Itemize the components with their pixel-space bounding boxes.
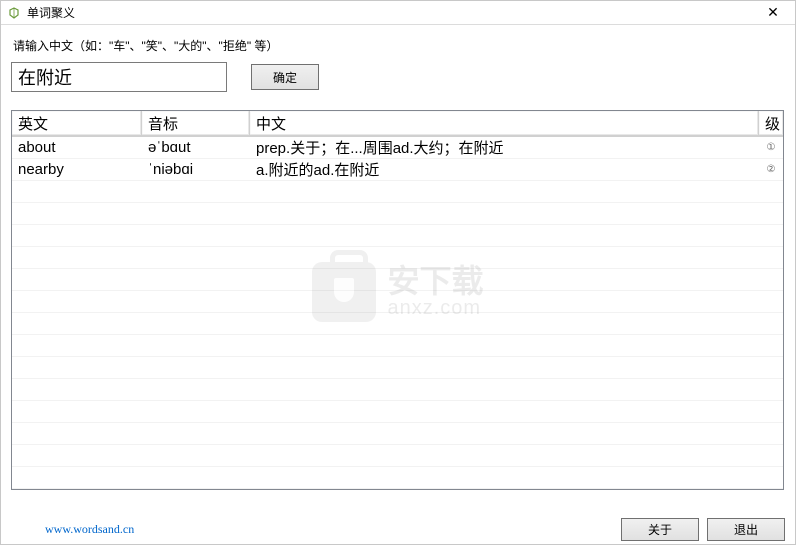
input-prompt: 请输入中文（如："车"、"笑"、"大的"、"拒绝" 等） bbox=[13, 37, 785, 54]
website-link[interactable]: www.wordsand.cn bbox=[45, 522, 134, 537]
table-body: about əˈbɑut prep.关于；在...周围ad.大约；在附近 ① n… bbox=[12, 137, 783, 489]
content-area: 请输入中文（如："车"、"笑"、"大的"、"拒绝" 等） 确定 英文 音标 中文… bbox=[1, 25, 795, 490]
table-row-empty bbox=[12, 269, 783, 291]
table-row-empty bbox=[12, 291, 783, 313]
table-row-empty bbox=[12, 357, 783, 379]
table-row-empty bbox=[12, 313, 783, 335]
header-phonetic[interactable]: 音标 bbox=[142, 111, 250, 136]
table-row-empty bbox=[12, 181, 783, 203]
footer: www.wordsand.cn 关于 退出 bbox=[1, 514, 795, 544]
ok-button[interactable]: 确定 bbox=[251, 64, 319, 90]
chinese-input[interactable] bbox=[11, 62, 227, 92]
table-row-empty bbox=[12, 467, 783, 489]
table-row[interactable]: nearby ˈniəbɑi a.附近的ad.在附近 ② bbox=[12, 159, 783, 181]
cell-phonetic: ˈniəbɑi bbox=[142, 159, 250, 180]
table-header: 英文 音标 中文 级 bbox=[12, 111, 783, 137]
cell-chinese: a.附近的ad.在附近 bbox=[250, 159, 759, 180]
table-row-empty bbox=[12, 225, 783, 247]
close-button[interactable]: ✕ bbox=[757, 1, 789, 25]
app-icon bbox=[7, 6, 21, 20]
cell-chinese: prep.关于；在...周围ad.大约；在附近 bbox=[250, 137, 759, 158]
cell-english: about bbox=[12, 137, 142, 158]
table-row-empty bbox=[12, 423, 783, 445]
table-row-empty bbox=[12, 335, 783, 357]
cell-english: nearby bbox=[12, 159, 142, 180]
exit-button[interactable]: 退出 bbox=[707, 518, 785, 541]
table-row-empty bbox=[12, 379, 783, 401]
header-english[interactable]: 英文 bbox=[12, 111, 142, 136]
table-row[interactable]: about əˈbɑut prep.关于；在...周围ad.大约；在附近 ① bbox=[12, 137, 783, 159]
cell-level: ② bbox=[759, 159, 783, 180]
header-chinese[interactable]: 中文 bbox=[250, 111, 759, 136]
about-button[interactable]: 关于 bbox=[621, 518, 699, 541]
header-level[interactable]: 级 bbox=[759, 111, 783, 136]
input-row: 确定 bbox=[11, 62, 785, 92]
table-row-empty bbox=[12, 445, 783, 467]
table-row-empty bbox=[12, 247, 783, 269]
cell-level: ① bbox=[759, 137, 783, 158]
window-title: 单词聚义 bbox=[27, 4, 757, 21]
titlebar: 单词聚义 ✕ bbox=[1, 1, 795, 25]
cell-phonetic: əˈbɑut bbox=[142, 137, 250, 158]
table-row-empty bbox=[12, 203, 783, 225]
results-table: 英文 音标 中文 级 about əˈbɑut prep.关于；在...周围ad… bbox=[11, 110, 784, 490]
table-row-empty bbox=[12, 401, 783, 423]
